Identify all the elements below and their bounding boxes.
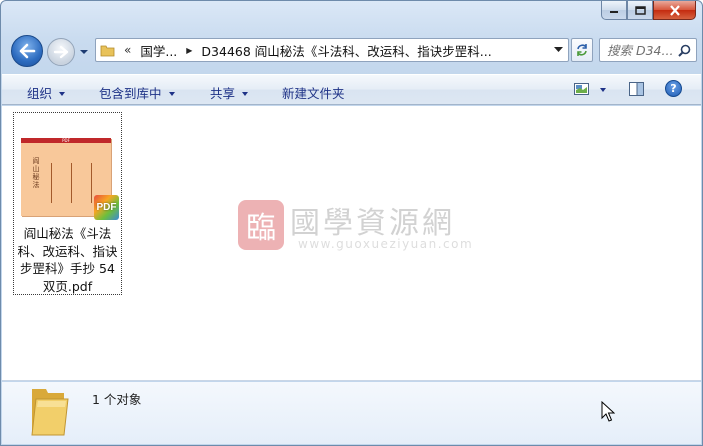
maximize-button[interactable] bbox=[627, 1, 653, 20]
back-button[interactable] bbox=[11, 35, 43, 67]
watermark: 臨 國學資源網 www.guoxueziyuan.com bbox=[238, 198, 478, 258]
include-in-library-menu[interactable]: 包含到库中 bbox=[99, 83, 175, 102]
address-bar[interactable]: « 国学... ▶ D34468 阎山秘法《斗法科、改运科、指诀步罡科... bbox=[95, 38, 569, 62]
share-menu[interactable]: 共享 bbox=[210, 83, 249, 102]
back-arrow-icon bbox=[19, 43, 36, 59]
help-icon[interactable]: ? bbox=[665, 80, 682, 97]
folder-icon bbox=[100, 45, 115, 57]
thumbnail-rule bbox=[71, 163, 72, 203]
forward-button[interactable] bbox=[47, 38, 75, 66]
refresh-icon bbox=[577, 44, 587, 56]
include-in-library-label: 包含到库中 bbox=[99, 86, 162, 101]
breadcrumb-separator[interactable]: ▶ bbox=[186, 46, 192, 55]
organize-label: 组织 bbox=[27, 86, 53, 101]
minimize-button[interactable] bbox=[601, 1, 627, 20]
organize-menu[interactable]: 组织 bbox=[27, 83, 66, 102]
breadcrumb-current[interactable]: D34468 阎山秘法《斗法科、改运科、指诀步罡科... bbox=[201, 41, 491, 60]
watermark-url: www.guoxueziyuan.com bbox=[298, 237, 474, 251]
thumbnail-rule bbox=[91, 163, 92, 203]
search-box[interactable] bbox=[599, 38, 697, 62]
preview-pane-icon[interactable] bbox=[629, 81, 645, 97]
share-label: 共享 bbox=[210, 86, 236, 101]
view-options-dropdown[interactable] bbox=[600, 88, 606, 92]
navigation-row: « 国学... ▶ D34468 阎山秘法《斗法科、改运科、指诀步罡科... bbox=[9, 34, 697, 68]
pdf-icon: PDF bbox=[94, 195, 119, 220]
watermark-seal: 臨 bbox=[238, 200, 284, 250]
close-icon bbox=[669, 4, 680, 16]
breadcrumb-root[interactable]: 国学... bbox=[140, 41, 177, 60]
address-dropdown-icon[interactable] bbox=[554, 47, 563, 53]
forward-arrow-icon bbox=[53, 45, 69, 59]
file-item[interactable]: PDF 阎山秘法 PDF 阎山秘法《斗法科、改运科、指诀步罡科》手抄 54双页.… bbox=[13, 112, 122, 295]
folder-icon bbox=[31, 389, 69, 436]
overflow-chevron[interactable]: « bbox=[124, 43, 131, 57]
minimize-icon bbox=[610, 11, 618, 13]
view-icon[interactable] bbox=[574, 82, 590, 96]
refresh-button[interactable] bbox=[571, 38, 593, 62]
maximize-icon bbox=[634, 5, 646, 15]
file-name[interactable]: 阎山秘法《斗法科、改运科、指诀步罡科》手抄 54双页.pdf bbox=[14, 225, 121, 295]
item-count: 1 个对象 bbox=[92, 392, 142, 407]
details-pane: 1 个对象 bbox=[2, 382, 701, 444]
recent-pages-dropdown[interactable] bbox=[79, 47, 89, 57]
search-input[interactable] bbox=[607, 42, 683, 58]
caption-buttons bbox=[601, 1, 696, 20]
explorer-window: « 国学... ▶ D34468 阎山秘法《斗法科、改运科、指诀步罡科... 组… bbox=[0, 0, 703, 446]
thumbnail-title: 阎山秘法 bbox=[32, 157, 40, 189]
close-button[interactable] bbox=[653, 1, 696, 20]
new-folder-button[interactable]: 新建文件夹 bbox=[282, 83, 345, 102]
command-bar: 组织 包含到库中 共享 新建文件夹 ? bbox=[2, 74, 701, 105]
cursor-icon bbox=[601, 401, 615, 422]
search-icon[interactable] bbox=[678, 44, 691, 57]
watermark-title: 國學資源網 bbox=[290, 206, 455, 241]
pdf-header-label: PDF bbox=[62, 138, 70, 143]
file-list-pane[interactable]: PDF 阎山秘法 PDF 阎山秘法《斗法科、改运科、指诀步罡科》手抄 54双页.… bbox=[2, 106, 701, 381]
thumbnail-rule bbox=[51, 163, 52, 203]
